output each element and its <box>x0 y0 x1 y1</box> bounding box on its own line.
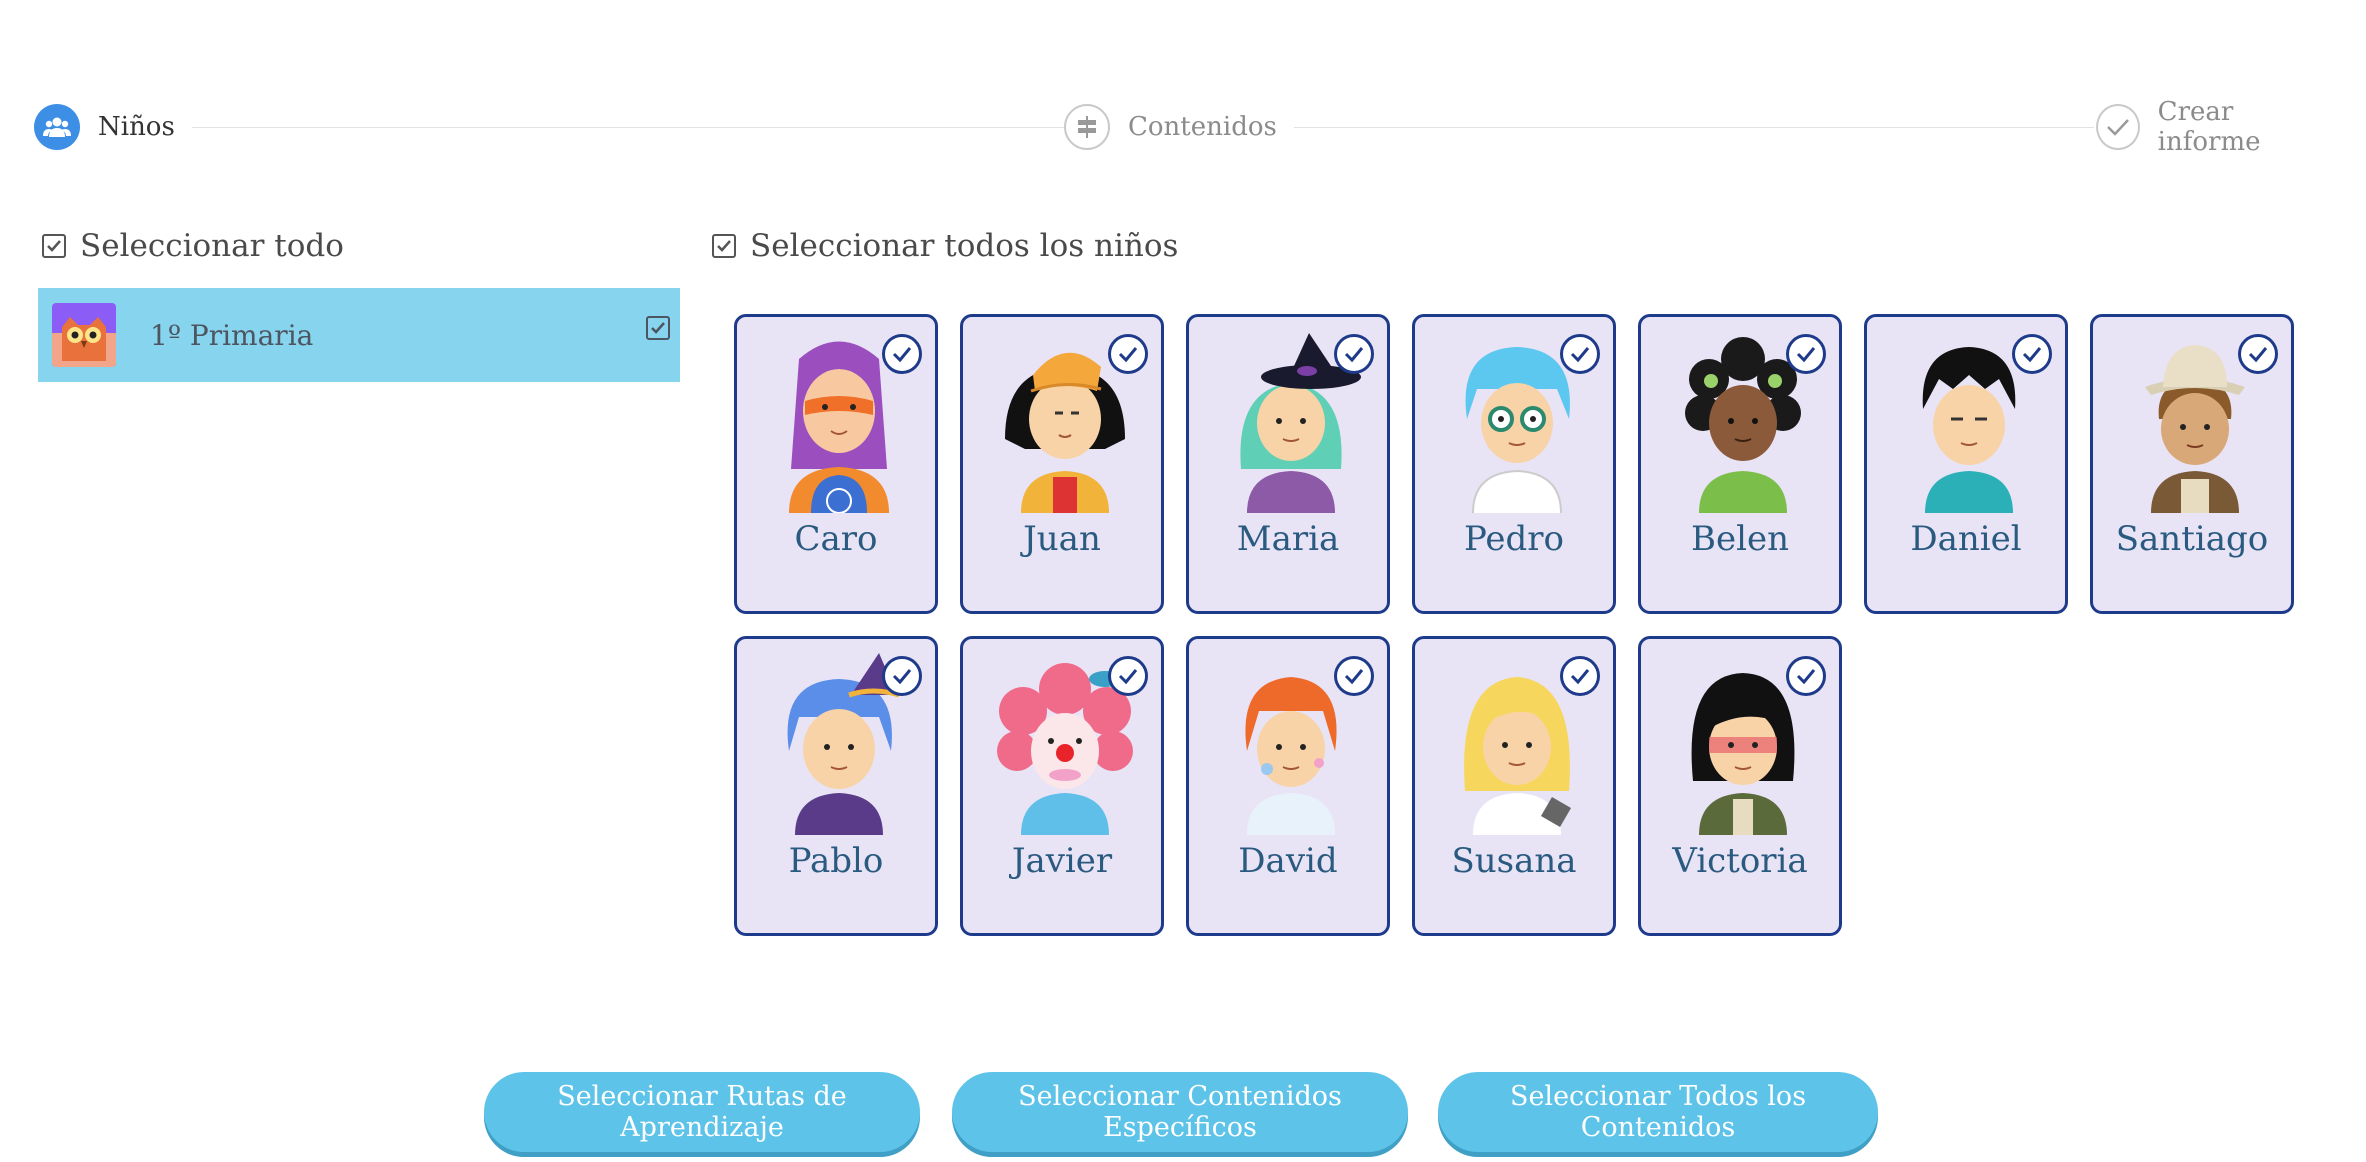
kid-card-caro[interactable]: Caro <box>734 314 938 614</box>
kid-card-juan[interactable]: Juan <box>960 314 1164 614</box>
kid-name: David <box>1238 841 1338 881</box>
kid-card-pablo[interactable]: Pablo <box>734 636 938 936</box>
kid-card-maria[interactable]: Maria <box>1186 314 1390 614</box>
kid-card-pedro[interactable]: Pedro <box>1412 314 1616 614</box>
select-all-kids-label: Seleccionar todos los niños <box>750 228 1179 264</box>
kid-name: Caro <box>794 519 878 559</box>
kid-card-javier[interactable]: Javier <box>960 636 1164 936</box>
check-icon[interactable] <box>1108 656 1148 696</box>
select-all-contents-button[interactable]: Seleccionar Todos los Contenidos <box>1438 1072 1878 1152</box>
kid-name: Santiago <box>2115 519 2269 559</box>
kid-name: Pedro <box>1464 519 1564 559</box>
kid-card-victoria[interactable]: Victoria <box>1638 636 1842 936</box>
kid-name: Victoria <box>1672 841 1808 881</box>
check-icon <box>2096 104 2140 150</box>
check-icon[interactable] <box>1334 656 1374 696</box>
step-contenidos[interactable]: Contenidos <box>1064 102 1277 152</box>
checkbox-checked-icon[interactable] <box>42 234 66 258</box>
kid-card-david[interactable]: David <box>1186 636 1390 936</box>
people-icon <box>34 104 80 150</box>
signpost-icon <box>1064 104 1110 150</box>
check-icon[interactable] <box>882 334 922 374</box>
kid-name: Pablo <box>788 841 884 881</box>
check-icon[interactable] <box>882 656 922 696</box>
check-icon[interactable] <box>1560 656 1600 696</box>
class-item-1-primaria[interactable]: 1º Primaria <box>38 288 680 382</box>
kid-card-susana[interactable]: Susana <box>1412 636 1616 936</box>
check-icon[interactable] <box>1560 334 1600 374</box>
kid-card-belen[interactable]: Belen <box>1638 314 1842 614</box>
owl-avatar <box>52 303 116 367</box>
check-icon[interactable] <box>1786 334 1826 374</box>
check-icon[interactable] <box>2238 334 2278 374</box>
step-ninos[interactable]: Niños <box>34 102 175 152</box>
kid-name: Daniel <box>1910 519 2022 559</box>
kid-name: Juan <box>1023 519 1101 559</box>
check-icon[interactable] <box>1334 334 1374 374</box>
select-all-label: Seleccionar todo <box>80 228 344 264</box>
select-all-kids[interactable]: Seleccionar todos los niños <box>712 228 1178 264</box>
step-label: Crear informe <box>2157 97 2261 157</box>
check-icon[interactable] <box>2012 334 2052 374</box>
kid-name: Belen <box>1691 519 1789 559</box>
kid-name: Susana <box>1451 841 1577 881</box>
kid-card-santiago[interactable]: Santiago <box>2090 314 2294 614</box>
step-label: Niños <box>98 112 175 142</box>
class-name: 1º Primaria <box>150 318 314 352</box>
kid-card-daniel[interactable]: Daniel <box>1864 314 2068 614</box>
select-learning-paths-button[interactable]: Seleccionar Rutas de Aprendizaje <box>484 1072 920 1152</box>
checkbox-checked-icon[interactable] <box>646 316 670 340</box>
select-all-classes[interactable]: Seleccionar todo <box>42 228 344 264</box>
checkbox-checked-icon[interactable] <box>712 234 736 258</box>
step-label: Contenidos <box>1128 112 1277 142</box>
check-icon[interactable] <box>1786 656 1826 696</box>
select-specific-contents-button[interactable]: Seleccionar Contenidos Específicos <box>952 1072 1408 1152</box>
kid-name: Maria <box>1236 519 1340 559</box>
progress-stepper: Niños Contenidos Crear informe <box>34 97 2334 157</box>
check-icon[interactable] <box>1108 334 1148 374</box>
step-connector <box>192 127 1072 128</box>
kid-name: Javier <box>1011 841 1113 881</box>
step-crear-informe[interactable]: Crear informe <box>2096 97 2334 157</box>
step-connector <box>1294 127 2094 128</box>
